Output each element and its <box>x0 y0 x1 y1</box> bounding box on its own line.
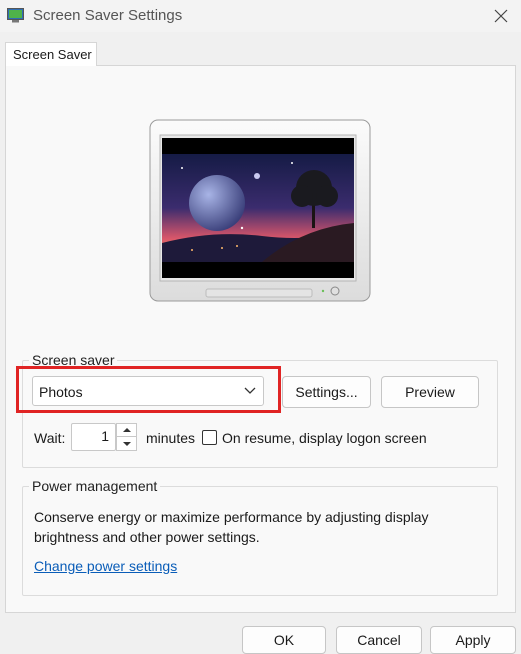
cancel-button[interactable]: Cancel <box>336 626 422 654</box>
settings-button[interactable]: Settings... <box>282 376 371 408</box>
tab-screen-saver[interactable]: Screen Saver <box>5 42 97 66</box>
resume-logon-checkbox[interactable] <box>202 430 217 445</box>
ok-button[interactable]: OK <box>242 626 326 654</box>
triangle-up-icon <box>122 427 131 432</box>
highlight-box <box>16 366 281 413</box>
spin-up-button[interactable] <box>116 423 137 437</box>
change-power-settings-link[interactable]: Change power settings <box>34 558 177 574</box>
screen-preview-image <box>162 138 354 278</box>
close-icon <box>494 9 508 23</box>
window-title: Screen Saver Settings <box>33 7 183 24</box>
wait-minutes-input[interactable]: 1 <box>71 423 116 451</box>
triangle-down-icon <box>122 442 131 446</box>
resume-logon-label[interactable]: On resume, display logon screen <box>222 430 427 446</box>
power-management-label: Power management <box>29 478 161 494</box>
minutes-label: minutes <box>146 430 196 446</box>
apply-button[interactable]: Apply <box>430 626 516 654</box>
wait-label: Wait: <box>34 430 66 446</box>
screen-saver-app-icon <box>7 8 24 23</box>
preview-button[interactable]: Preview <box>381 376 479 408</box>
close-button[interactable] <box>486 2 516 30</box>
power-description: Conserve energy or maximize performance … <box>34 509 429 545</box>
spin-down-button[interactable] <box>116 437 137 451</box>
